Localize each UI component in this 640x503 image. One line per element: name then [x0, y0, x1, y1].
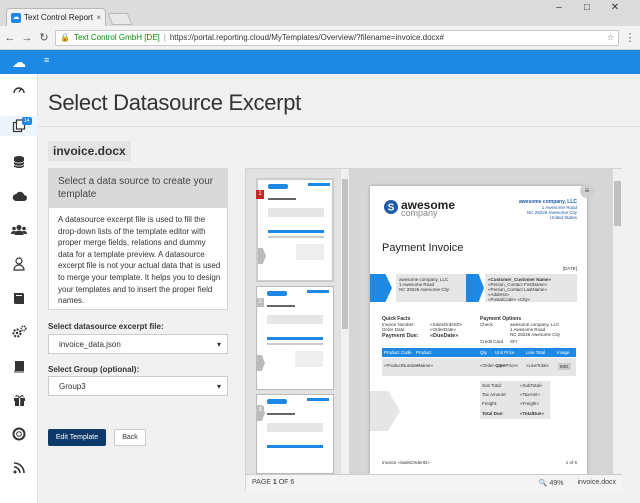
- new-tab-button[interactable]: [107, 13, 133, 25]
- edit-template-button[interactable]: Edit Template: [48, 429, 106, 446]
- info-panel-text: A datasource excerpt file is used to fil…: [58, 215, 221, 306]
- excerpt-file-label: Select datasource excerpt file:: [48, 322, 164, 331]
- group-value: Group3: [59, 381, 86, 391]
- thumbnail-number: 3: [256, 406, 264, 415]
- page-thumbnail[interactable]: [256, 394, 334, 474]
- lock-icon: 🔒: [60, 33, 70, 42]
- docs-icon[interactable]: [0, 356, 38, 376]
- app-top-bar: [0, 50, 640, 74]
- page-menu-icon[interactable]: ≡: [580, 184, 594, 198]
- templates-icon[interactable]: [0, 116, 38, 136]
- site-identity: Text Control GmbH [DE]: [73, 33, 160, 42]
- chevron-down-icon: ▾: [216, 381, 221, 391]
- excerpt-file-value: invoice_data.json: [59, 339, 121, 349]
- tab-title: Text Control ReportingC: [24, 13, 93, 22]
- thumbnail-number: 2: [256, 298, 264, 307]
- close-window-button[interactable]: ✕: [604, 0, 626, 18]
- zoom-level[interactable]: 🔍 49%: [539, 479, 564, 487]
- viewer-status-bar: PAGE 1 OF 6 🔍 49% invoice.docx: [246, 474, 622, 490]
- address-bar: ← → ↻ 🔒 Text Control GmbH [DE] | https:/…: [0, 26, 640, 50]
- url-field[interactable]: 🔒 Text Control GmbH [DE] | https://porta…: [55, 29, 619, 46]
- forward-arrow-icon[interactable]: →: [21, 32, 33, 44]
- svg-text:S: S: [388, 203, 395, 214]
- invoice-date: [DATE]: [562, 266, 577, 271]
- dashboard-icon[interactable]: [0, 80, 38, 100]
- page-thumbnail[interactable]: [256, 286, 334, 390]
- support-icon[interactable]: [0, 424, 38, 444]
- users-icon[interactable]: [0, 220, 38, 240]
- info-panel-heading: Select a data source to create your temp…: [48, 168, 228, 208]
- gift-icon[interactable]: [0, 390, 38, 410]
- logo-s-icon: S: [384, 200, 398, 214]
- reload-icon[interactable]: ↻: [38, 31, 50, 44]
- hamburger-menu-icon[interactable]: ≡: [44, 55, 49, 65]
- page-indicator: PAGE 1 OF 6: [252, 479, 295, 486]
- settings-icon[interactable]: [0, 322, 38, 342]
- viewer-scrollbar[interactable]: [613, 169, 622, 474]
- logo-text-sub: company: [401, 208, 438, 218]
- page-footer-left: Invoice «SalesOrderID»: [382, 460, 430, 465]
- sidebar: [0, 74, 38, 503]
- chevron-down-icon: ▾: [216, 339, 221, 349]
- back-arrow-icon[interactable]: ←: [4, 32, 16, 44]
- favicon-icon: ☁: [11, 12, 21, 23]
- bookmark-star-icon[interactable]: ☆: [607, 33, 614, 42]
- maximize-button[interactable]: □: [576, 0, 598, 18]
- browser-tab[interactable]: ☁ Text Control ReportingC ×: [6, 8, 106, 26]
- app-logo-icon[interactable]: ☁: [0, 50, 38, 74]
- book-icon[interactable]: [0, 288, 38, 308]
- templates-count-badge: 14: [22, 117, 32, 125]
- page-footer-right: 1 of 6: [565, 460, 577, 465]
- user-icon[interactable]: [0, 254, 38, 274]
- tab-close-icon[interactable]: ×: [96, 13, 101, 22]
- thumbnail-scrollbar[interactable]: [341, 169, 349, 474]
- database-icon[interactable]: [0, 152, 38, 172]
- zoom-icon: 🔍: [538, 479, 550, 487]
- title-divider: [38, 126, 640, 127]
- page-title: Select Datasource Excerpt: [48, 90, 301, 115]
- template-filename: invoice.docx: [48, 141, 131, 161]
- minimize-button[interactable]: –: [548, 0, 570, 18]
- document-page: S awesome company awesome company, LLC 1…: [370, 186, 587, 474]
- back-button[interactable]: Back: [114, 429, 146, 446]
- invoice-heading: Payment Invoice: [382, 242, 464, 254]
- page-thumbnail[interactable]: [256, 178, 334, 282]
- url-text: https://portal.reporting.cloud/MyTemplat…: [169, 33, 444, 42]
- viewer-filename: invoice.docx: [577, 478, 616, 486]
- cloud-icon[interactable]: [0, 186, 38, 206]
- group-select[interactable]: Group3 ▾: [48, 376, 228, 396]
- group-label: Select Group (optional):: [48, 365, 140, 374]
- excerpt-file-select[interactable]: invoice_data.json ▾: [48, 334, 228, 354]
- browser-menu-icon[interactable]: ⋮: [624, 31, 636, 44]
- rss-icon[interactable]: [0, 458, 38, 478]
- thumbnail-number: 1: [256, 190, 264, 199]
